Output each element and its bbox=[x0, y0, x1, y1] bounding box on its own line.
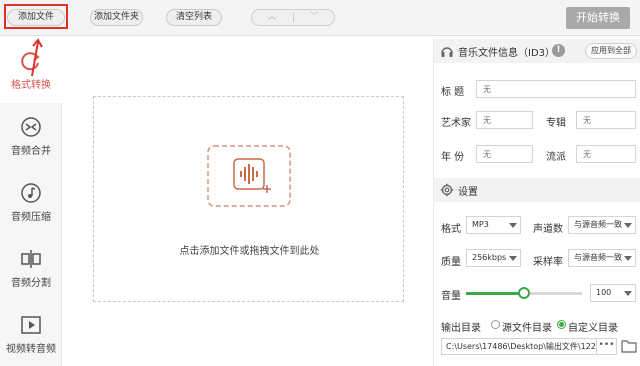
quality-value: 256kbps bbox=[472, 253, 507, 262]
chevron-down-icon bbox=[624, 291, 632, 296]
start-convert-button[interactable]: 开始转换 bbox=[566, 7, 630, 29]
chevron-down-icon bbox=[624, 256, 632, 261]
source-dir-radio[interactable] bbox=[491, 320, 500, 329]
sidebar-item-label: 格式转换 bbox=[11, 80, 51, 91]
sidebar-item-label: 视频转音频 bbox=[6, 344, 56, 355]
format-select[interactable]: MP3 bbox=[466, 216, 521, 234]
format-label: 格式 bbox=[441, 224, 461, 235]
chevron-down-icon bbox=[509, 223, 517, 228]
id3-section-header: 音乐文件信息（ID3） ! 应用到全部 bbox=[434, 39, 640, 63]
annotation-highlight-box bbox=[4, 4, 68, 29]
apply-to-all-button[interactable]: 应用到全部 bbox=[585, 43, 637, 59]
volume-slider-thumb[interactable] bbox=[518, 287, 530, 299]
title-label: 标 题 bbox=[441, 87, 465, 98]
move-up-button[interactable]: ︿ bbox=[252, 10, 292, 25]
sidebar-item-audio-split[interactable]: 音频分割 bbox=[0, 235, 62, 301]
quality-label: 质量 bbox=[441, 257, 461, 268]
headphones-icon bbox=[441, 47, 453, 57]
volume-label: 音量 bbox=[441, 291, 461, 302]
quality-select[interactable]: 256kbps bbox=[466, 249, 521, 267]
settings-section-header: 设置 bbox=[434, 178, 640, 202]
artist-field[interactable] bbox=[476, 111, 533, 129]
sidebar: 格式转换 音频合并 音频压缩 音频分割 视频转音频 bbox=[0, 37, 62, 366]
drop-hint-text: 点击添加文件或拖拽文件到此处 bbox=[179, 246, 320, 257]
output-dir-label: 输出目录 bbox=[441, 323, 481, 334]
move-down-button[interactable]: ﹀ bbox=[294, 10, 334, 25]
year-field[interactable] bbox=[476, 145, 533, 163]
sidebar-item-audio-merge[interactable]: 音频合并 bbox=[0, 103, 62, 169]
artist-label: 艺术家 bbox=[441, 118, 471, 129]
samplerate-value: 与源音频一致 bbox=[574, 253, 622, 262]
channels-value: 与源音频一致 bbox=[574, 220, 622, 229]
folder-icon[interactable] bbox=[621, 339, 637, 353]
reorder-group: ︿ ﹀ bbox=[251, 9, 335, 26]
music-note-icon bbox=[21, 183, 41, 203]
sidebar-item-label: 音频压缩 bbox=[11, 212, 51, 223]
format-value: MP3 bbox=[472, 220, 489, 229]
volume-slider[interactable] bbox=[466, 287, 582, 299]
genre-label: 流派 bbox=[546, 152, 566, 163]
custom-dir-label: 自定义目录 bbox=[568, 323, 618, 334]
channels-label: 声道数 bbox=[533, 224, 563, 235]
samplerate-label: 采样率 bbox=[533, 257, 563, 268]
chevron-down-icon bbox=[624, 223, 632, 228]
album-field[interactable] bbox=[576, 111, 636, 129]
sidebar-item-label: 音频合并 bbox=[11, 146, 51, 157]
sidebar-item-audio-compress[interactable]: 音频压缩 bbox=[0, 169, 62, 235]
id3-title: 音乐文件信息（ID3） bbox=[458, 48, 556, 59]
split-icon bbox=[21, 250, 41, 268]
volume-value: 100 bbox=[596, 288, 612, 297]
refresh-icon bbox=[21, 52, 40, 71]
genre-field[interactable] bbox=[576, 145, 636, 163]
browse-more-button[interactable]: ••• bbox=[597, 338, 617, 355]
clear-list-button[interactable]: 清空列表 bbox=[166, 9, 222, 26]
file-drop-zone[interactable]: 点击添加文件或拖拽文件到此处 bbox=[93, 96, 404, 302]
volume-select[interactable]: 100 bbox=[590, 284, 636, 302]
custom-dir-radio[interactable] bbox=[557, 320, 566, 329]
add-folder-button[interactable]: 添加文件夹 bbox=[90, 9, 143, 26]
audio-add-icon bbox=[207, 145, 291, 207]
sidebar-item-format-convert[interactable]: 格式转换 bbox=[0, 37, 62, 103]
source-dir-label: 源文件目录 bbox=[502, 323, 552, 334]
samplerate-select[interactable]: 与源音频一致 bbox=[568, 249, 636, 267]
chevron-down-icon bbox=[509, 256, 517, 261]
sidebar-item-label: 音频分割 bbox=[11, 278, 51, 289]
volume-slider-fill bbox=[466, 292, 524, 295]
year-label: 年 份 bbox=[441, 152, 465, 163]
sidebar-item-video-to-audio[interactable]: 视频转音频 bbox=[0, 301, 62, 366]
toolbar: 添加文件 添加文件夹 清空列表 ︿ ﹀ 开始转换 bbox=[0, 0, 640, 36]
gear-icon bbox=[440, 183, 454, 197]
album-label: 专辑 bbox=[546, 118, 566, 129]
output-path-field[interactable]: C:\Users\17486\Desktop\输出文件\1222. bbox=[441, 338, 597, 355]
info-icon[interactable]: ! bbox=[552, 44, 565, 57]
play-icon bbox=[21, 316, 41, 334]
channels-select[interactable]: 与源音频一致 bbox=[568, 216, 636, 234]
title-field[interactable] bbox=[476, 80, 636, 98]
settings-title: 设置 bbox=[458, 187, 478, 198]
merge-icon bbox=[21, 117, 41, 137]
